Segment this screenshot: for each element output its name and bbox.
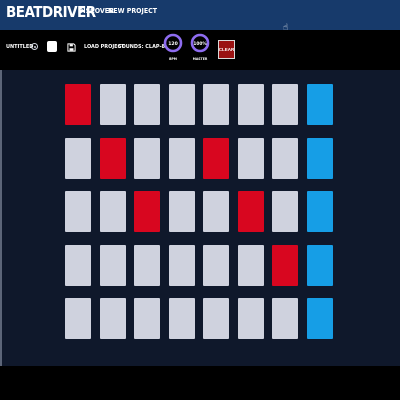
- nav-new-project-link[interactable]: NEW PROJECT: [108, 7, 157, 15]
- step-pad-r3-c4[interactable]: [168, 191, 195, 232]
- step-pad-r2-c5[interactable]: [203, 137, 229, 179]
- step-pad-r3-c6[interactable]: [237, 191, 264, 232]
- master-volume-knob[interactable]: 100%: [190, 33, 210, 53]
- bpm-knob[interactable]: 120: [163, 33, 183, 53]
- step-pad-r1-c8[interactable]: [306, 84, 333, 125]
- step-pad-r5-c4[interactable]: [168, 298, 195, 339]
- master-label: MASTER: [192, 57, 208, 61]
- footer-bar: [0, 366, 400, 400]
- step-pad-r3-c7[interactable]: [272, 191, 298, 232]
- step-pad-r4-c4[interactable]: [168, 244, 195, 286]
- step-pad-r4-c6[interactable]: [237, 244, 264, 286]
- step-sequencer-grid: [65, 84, 333, 339]
- step-pad-r4-c7[interactable]: [272, 244, 298, 286]
- step-pad-r2-c8[interactable]: [306, 137, 333, 179]
- step-pad-r1-c3[interactable]: [134, 84, 160, 125]
- step-pad-r3-c5[interactable]: [203, 191, 229, 232]
- step-pad-r4-c2[interactable]: [99, 244, 126, 286]
- step-pad-r1-c7[interactable]: [272, 84, 298, 125]
- step-pad-r4-c5[interactable]: [203, 244, 229, 286]
- step-pad-r2-c3[interactable]: [134, 137, 160, 179]
- step-pad-r1-c1[interactable]: [65, 84, 91, 125]
- step-pad-r2-c4[interactable]: [168, 137, 195, 179]
- step-pad-r5-c6[interactable]: [237, 298, 264, 339]
- step-pad-r5-c3[interactable]: [134, 298, 160, 339]
- step-pad-r1-c2[interactable]: [99, 84, 126, 125]
- step-pad-r3-c2[interactable]: [99, 191, 126, 232]
- step-pad-r5-c7[interactable]: [272, 298, 298, 339]
- step-pad-r5-c1[interactable]: [65, 298, 91, 339]
- step-pad-r3-c3[interactable]: [134, 191, 160, 232]
- master-value: 100%: [193, 41, 207, 47]
- step-pad-r2-c7[interactable]: [272, 137, 298, 179]
- step-pad-r3-c8[interactable]: [306, 191, 333, 232]
- project-toolbar: UNTITLED LOAD PROJECT SOUNDS: CLAP-808 1…: [0, 30, 400, 70]
- save-icon[interactable]: [67, 43, 76, 52]
- step-pad-r4-c1[interactable]: [65, 244, 91, 286]
- toggle-box[interactable]: [47, 41, 57, 52]
- step-pad-r5-c2[interactable]: [99, 298, 126, 339]
- project-title[interactable]: UNTITLED: [6, 44, 33, 50]
- step-pad-r1-c5[interactable]: [203, 84, 229, 125]
- step-pad-r2-c6[interactable]: [237, 137, 264, 179]
- clear-button[interactable]: CLEAR: [218, 40, 235, 59]
- step-pad-r2-c2[interactable]: [99, 137, 126, 179]
- step-pad-r5-c5[interactable]: [203, 298, 229, 339]
- record-radio-icon[interactable]: [31, 43, 38, 50]
- step-pad-r5-c8[interactable]: [306, 298, 333, 339]
- step-pad-r2-c1[interactable]: [65, 137, 91, 179]
- step-pad-r4-c8[interactable]: [306, 244, 333, 286]
- step-pad-r1-c4[interactable]: [168, 84, 195, 125]
- step-pad-r4-c3[interactable]: [134, 244, 160, 286]
- step-pad-r3-c1[interactable]: [65, 191, 91, 232]
- top-navbar: BEATDRIVER DISCOVER NEW PROJECT ☝: [0, 0, 400, 33]
- step-pad-r1-c6[interactable]: [237, 84, 264, 125]
- bpm-label: BPM: [169, 57, 177, 61]
- bpm-value: 120: [168, 41, 178, 47]
